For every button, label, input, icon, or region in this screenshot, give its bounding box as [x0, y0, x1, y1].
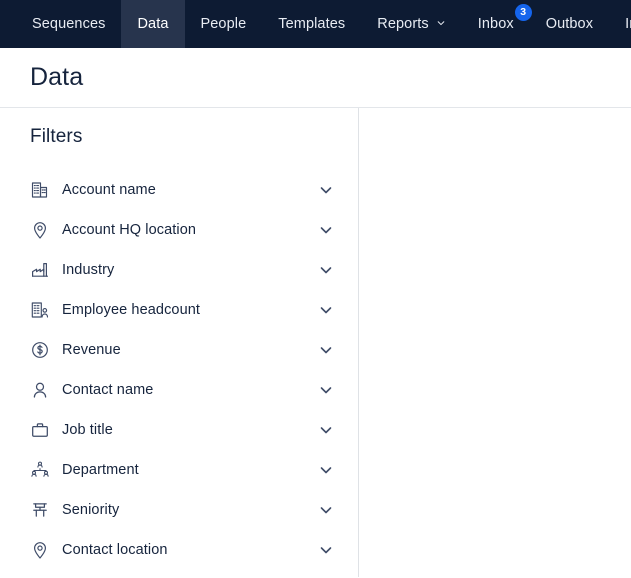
nav-item-inbox[interactable]: Inbox 3 [462, 0, 532, 48]
page-title: Data [30, 63, 84, 91]
results-panel [359, 108, 631, 577]
filter-row-contact-location[interactable]: Contact location [0, 530, 358, 570]
dollar-circle-icon [30, 340, 50, 360]
filter-row-industry[interactable]: Industry [0, 250, 358, 290]
filter-label: Employee headcount [62, 302, 201, 318]
nav-item-people[interactable]: People [185, 0, 263, 48]
nav-item-label: Data [137, 16, 169, 32]
filter-list: Account name Account HQ location Industry E… [0, 170, 358, 570]
filter-row-job-title[interactable]: Job title [0, 410, 358, 450]
map-pin-icon [30, 540, 50, 560]
content-area: Filters Account name Account HQ location I… [0, 108, 631, 577]
chevron-down-icon[interactable] [318, 382, 334, 398]
nav-item-data[interactable]: Data [121, 0, 185, 48]
nav-item-label: Reports [377, 16, 429, 32]
chevron-down-icon[interactable] [318, 462, 334, 478]
chevron-down-icon[interactable] [318, 342, 334, 358]
nav-item-label: In [625, 16, 631, 32]
building-icon [30, 180, 50, 200]
chevron-down-icon [436, 18, 446, 28]
filter-label: Account HQ location [62, 222, 197, 238]
filter-label: Industry [62, 262, 115, 278]
top-navigation-bar: Sequences Data People Templates Reports Inbox… [0, 0, 631, 48]
nav-item-label: Inbox [477, 16, 514, 32]
filter-row-revenue[interactable]: Revenue [0, 330, 358, 370]
nav-item-label: Outbox [545, 16, 594, 32]
nav-item-reports[interactable]: Reports [361, 0, 461, 48]
nav-item-label: People [200, 16, 247, 32]
filter-label: Contact name [62, 382, 154, 398]
person-icon [30, 380, 50, 400]
nav-item-templates[interactable]: Templates [262, 0, 361, 48]
filter-row-account-name[interactable]: Account name [0, 170, 358, 210]
filter-row-seniority[interactable]: Seniority [0, 490, 358, 530]
chevron-down-icon[interactable] [318, 502, 334, 518]
chevron-down-icon[interactable] [318, 182, 334, 198]
nav-item-label: Sequences [32, 16, 106, 32]
factory-icon [30, 260, 50, 280]
filter-label: Department [62, 462, 139, 478]
nav-item-outbox[interactable]: Outbox [530, 0, 609, 48]
nav-item-in[interactable]: In [609, 0, 631, 48]
nav-item-label: Templates [278, 16, 346, 32]
filters-heading: Filters [30, 126, 83, 147]
nav-item-sequences[interactable]: Sequences [16, 0, 121, 48]
briefcase-icon [30, 420, 50, 440]
filter-label: Account name [62, 182, 156, 198]
filter-row-department[interactable]: Department [0, 450, 358, 490]
filter-label: Job title [62, 422, 113, 438]
podium-icon [30, 500, 50, 520]
filter-label: Contact location [62, 542, 168, 558]
chevron-down-icon[interactable] [318, 302, 334, 318]
building-person-icon [30, 300, 50, 320]
page-header: Data [0, 48, 631, 108]
filter-label: Seniority [62, 502, 120, 518]
chevron-down-icon[interactable] [318, 262, 334, 278]
filter-label: Revenue [62, 342, 121, 358]
chevron-down-icon[interactable] [318, 422, 334, 438]
filter-row-employee-headcount[interactable]: Employee headcount [0, 290, 358, 330]
filters-panel: Filters Account name Account HQ location I… [0, 108, 359, 577]
chevron-down-icon[interactable] [318, 222, 334, 238]
chevron-down-icon[interactable] [318, 542, 334, 558]
filter-row-account-hq-location[interactable]: Account HQ location [0, 210, 358, 250]
filter-row-contact-name[interactable]: Contact name [0, 370, 358, 410]
org-chart-icon [30, 460, 50, 480]
map-pin-icon [30, 220, 50, 240]
